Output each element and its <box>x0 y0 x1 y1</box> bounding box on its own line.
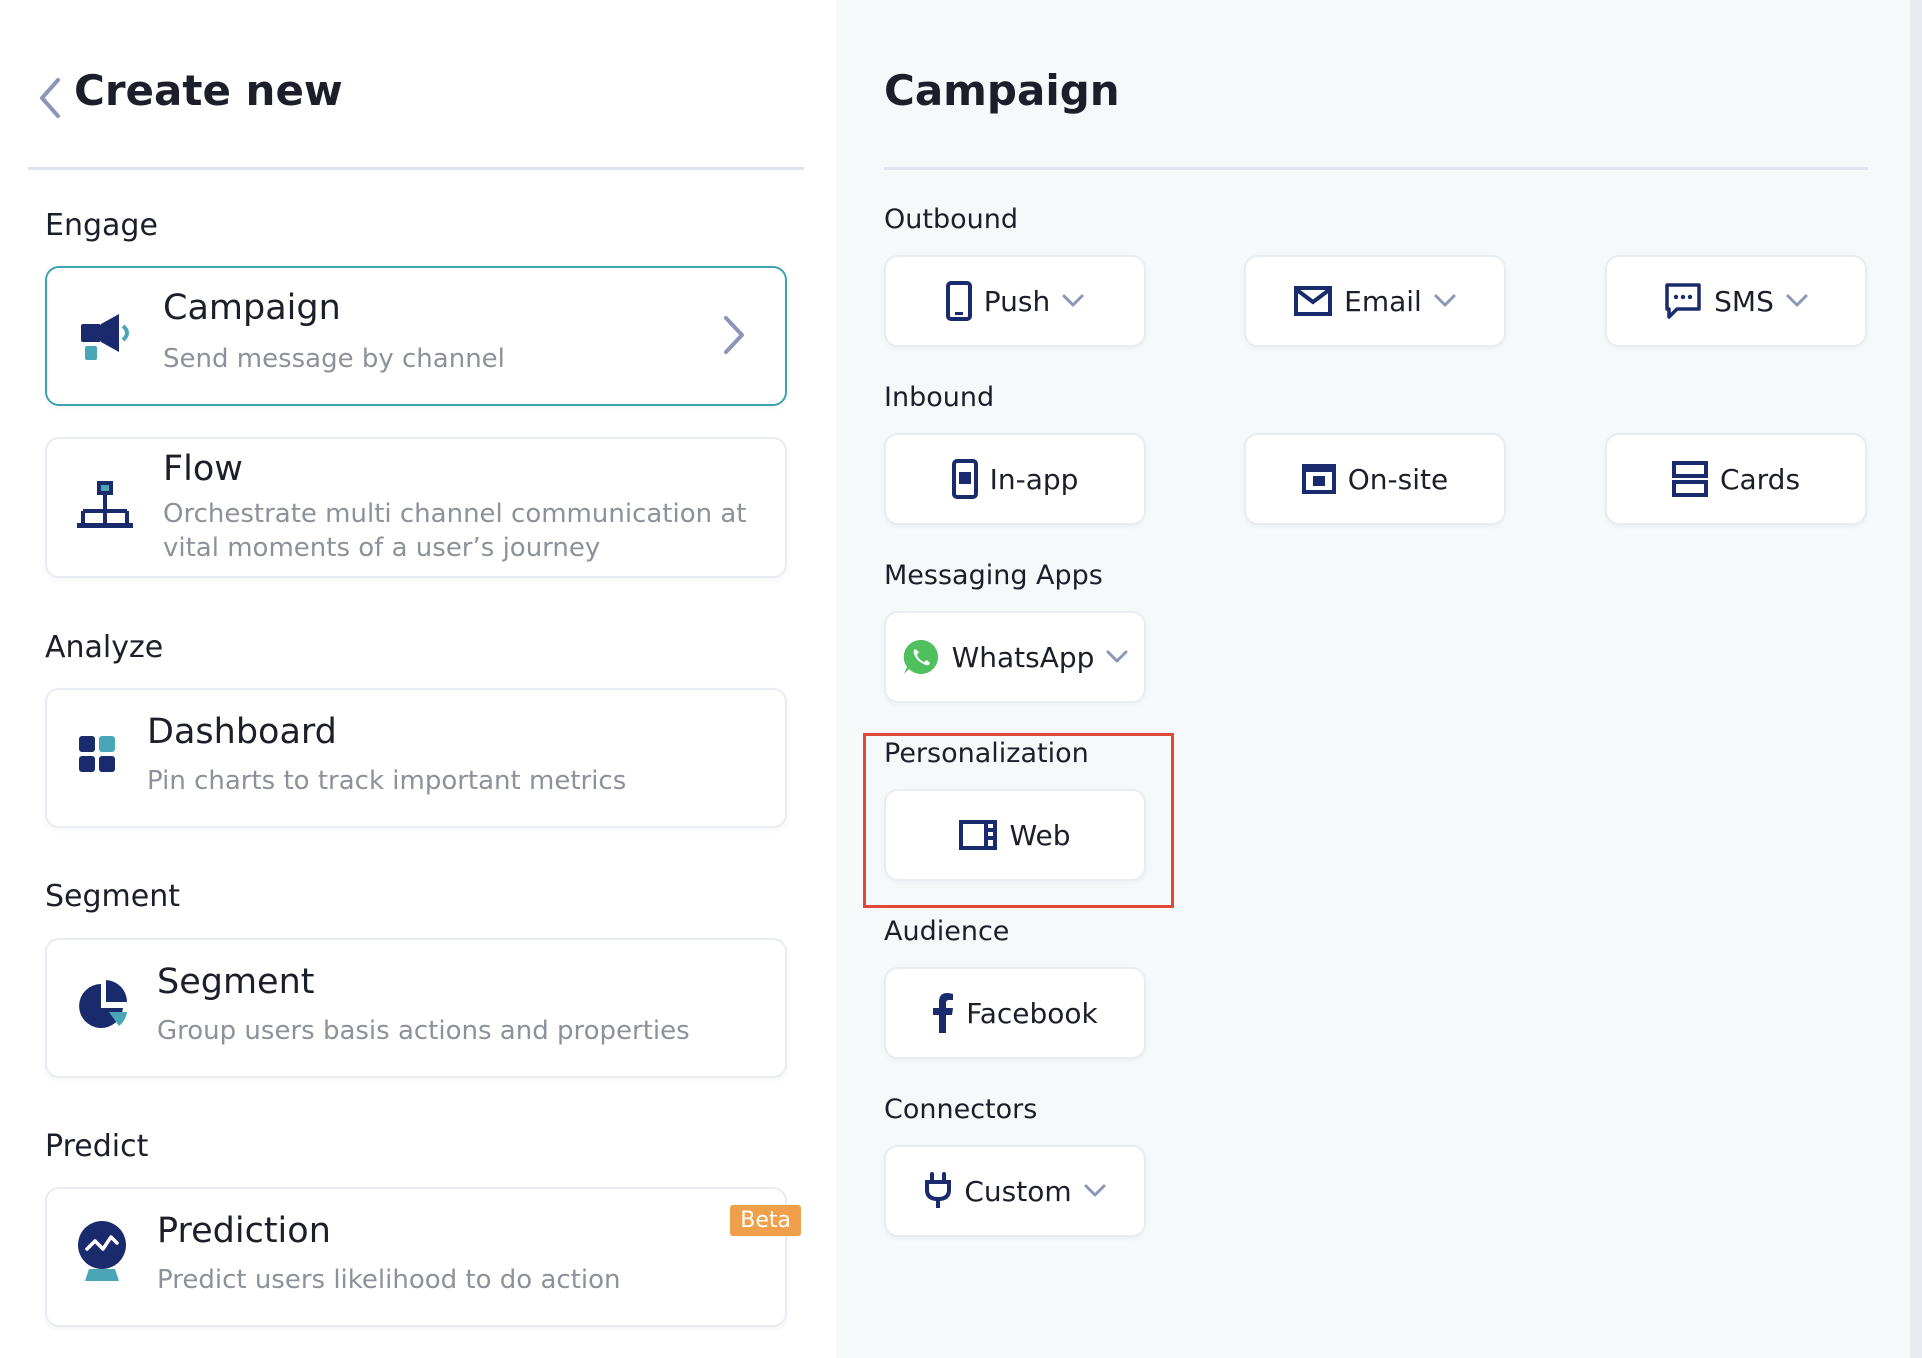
chevron-left-icon <box>40 78 60 118</box>
section-label-engage: Engage <box>45 208 158 243</box>
section-label-segment: Segment <box>45 879 180 914</box>
in-app-channel-button[interactable]: In-app <box>884 433 1146 525</box>
chevron-down-icon[interactable] <box>1106 650 1128 664</box>
section-label-predict: Predict <box>45 1129 149 1164</box>
back-button[interactable] <box>36 74 66 122</box>
custom-connector-button[interactable]: Custom <box>884 1145 1146 1237</box>
cards-stack-icon <box>1671 461 1708 497</box>
web-page-icon <box>959 820 998 850</box>
section-label-analyze: Analyze <box>45 630 164 665</box>
facebook-audience-button[interactable]: Facebook <box>884 967 1146 1059</box>
card-description: Orchestrate multi channel communication … <box>163 499 747 563</box>
panel-edge <box>1910 0 1922 1358</box>
chevron-down-icon[interactable] <box>1084 1184 1106 1198</box>
card-description: Pin charts to track important metrics <box>147 766 627 796</box>
mobile-phone-icon <box>945 281 972 321</box>
panel-title: Campaign <box>884 66 1120 115</box>
megaphone-icon <box>81 314 129 360</box>
flow-hierarchy-icon <box>77 481 133 528</box>
card-title: Segment <box>157 962 315 1002</box>
whatsapp-icon <box>903 639 938 674</box>
dashboard-grid-icon <box>79 736 115 772</box>
whatsapp-channel-button[interactable]: WhatsApp <box>884 611 1146 703</box>
web-personalization-button[interactable]: Web <box>884 789 1146 881</box>
channel-label: Web <box>1009 818 1071 852</box>
cards-channel-button[interactable]: Cards <box>1605 433 1867 525</box>
chevron-down-icon[interactable] <box>1062 294 1084 308</box>
channel-label: Push <box>983 284 1051 318</box>
flow-card[interactable]: Flow Orchestrate multi channel communica… <box>45 437 787 578</box>
group-label-personalization: Personalization <box>884 738 1089 769</box>
page-title: Create new <box>74 66 343 115</box>
email-channel-button[interactable]: Email <box>1244 255 1506 347</box>
push-channel-button[interactable]: Push <box>884 255 1146 347</box>
card-title: Dashboard <box>147 712 337 752</box>
group-label-audience: Audience <box>884 916 1010 947</box>
group-label-inbound: Inbound <box>884 382 995 413</box>
create-new-header: Create new <box>28 60 804 170</box>
group-label-messaging-apps: Messaging Apps <box>884 560 1103 591</box>
channel-label: Custom <box>964 1174 1072 1208</box>
chat-bubble-icon <box>1665 283 1701 319</box>
card-description: Group users basis actions and properties <box>157 1016 690 1046</box>
channel-label: WhatsApp <box>951 640 1095 674</box>
channel-label: In-app <box>989 462 1079 496</box>
card-description: Send message by channel <box>163 344 505 374</box>
pie-chart-icon <box>79 980 128 1028</box>
card-title: Flow <box>163 449 243 489</box>
card-description: Predict users likelihood to do action <box>157 1265 621 1295</box>
card-title: Campaign <box>163 288 341 328</box>
dashboard-card[interactable]: Dashboard Pin charts to track important … <box>45 688 787 828</box>
in-app-message-icon <box>951 459 978 499</box>
card-title: Prediction <box>157 1211 331 1251</box>
group-label-connectors: Connectors <box>884 1094 1038 1125</box>
segment-card[interactable]: Segment Group users basis actions and pr… <box>45 938 787 1078</box>
channel-label: SMS <box>1714 284 1774 318</box>
channel-label: On-site <box>1347 462 1449 496</box>
sms-channel-button[interactable]: SMS <box>1605 255 1867 347</box>
channel-label: Facebook <box>966 996 1098 1030</box>
chevron-down-icon[interactable] <box>1786 294 1808 308</box>
on-site-channel-button[interactable]: On-site <box>1244 433 1506 525</box>
chevron-down-icon[interactable] <box>1434 294 1456 308</box>
channel-label: Email <box>1344 284 1422 318</box>
campaign-card[interactable]: Campaign Send message by channel <box>45 266 787 406</box>
envelope-icon <box>1294 286 1333 316</box>
channel-label: Cards <box>1719 462 1801 496</box>
campaign-header: Campaign <box>884 60 1868 170</box>
plug-icon <box>925 1172 952 1208</box>
facebook-icon <box>933 993 954 1033</box>
prediction-card[interactable]: Prediction Predict users likelihood to d… <box>45 1187 801 1327</box>
chevron-right-icon <box>724 316 744 354</box>
prediction-trend-icon <box>78 1221 126 1281</box>
on-site-message-icon <box>1301 464 1336 494</box>
create-new-panel: Create new Engage Campaign Send message … <box>0 0 836 1358</box>
beta-badge: Beta <box>730 1205 801 1236</box>
group-label-outbound: Outbound <box>884 204 1018 235</box>
